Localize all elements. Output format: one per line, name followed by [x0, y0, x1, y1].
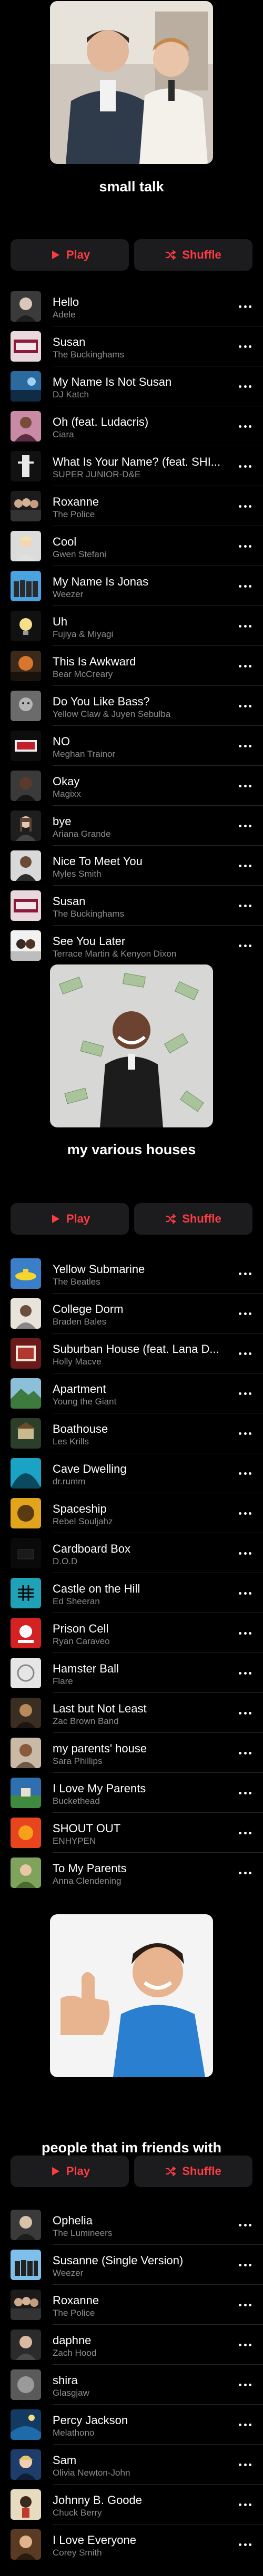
shuffle-button[interactable]: Shuffle [134, 2156, 252, 2187]
song-title: Johnny B. Goode [53, 2493, 143, 2507]
song-title: Roxanne [53, 2294, 99, 2307]
play-button[interactable]: Play [11, 2156, 129, 2187]
album-art [11, 2409, 41, 2440]
album-art [11, 2290, 41, 2320]
song-row[interactable]: daphne Zach Hood [0, 2325, 263, 2365]
more-dots-icon[interactable] [239, 2383, 251, 2387]
album-art [11, 2489, 41, 2520]
more-dots-icon[interactable] [239, 2502, 251, 2507]
song-row[interactable]: Susanne (Single Version) Weezer [0, 2245, 263, 2285]
song-row[interactable]: shira Glasgjaw [0, 2365, 263, 2405]
play-icon [49, 2166, 61, 2177]
song-row[interactable]: Roxanne The Police [0, 2285, 263, 2325]
thumbs-up-man-image [50, 1914, 213, 2077]
song-artist: The Police [53, 2308, 95, 2318]
album-art [11, 2329, 41, 2360]
song-artist: Olivia Newton-John [53, 2468, 130, 2478]
more-dots-icon[interactable] [239, 2423, 251, 2427]
song-title: daphne [53, 2334, 92, 2347]
album-art [11, 2210, 41, 2240]
album-art [11, 2250, 41, 2280]
album-art [11, 2529, 41, 2560]
song-artist: Glasgjaw [53, 2388, 89, 2398]
song-title: I Love Everyone [53, 2533, 136, 2547]
more-dots-icon[interactable] [239, 2223, 251, 2227]
playlist-title: people that im friends with [41, 2140, 222, 2156]
more-dots-icon[interactable] [239, 2343, 251, 2347]
song-row[interactable]: I Love Everyone Corey Smith [0, 2524, 263, 2564]
song-artist: Zach Hood [53, 2348, 97, 2358]
playlist-people-that-im-friends-with: people that im friends with Play Shuffle… [0, 0, 263, 2576]
shuffle-button-label: Shuffle [182, 2164, 221, 2178]
song-title: shira [53, 2374, 78, 2387]
album-art [11, 2449, 41, 2480]
play-button-label: Play [66, 2164, 90, 2178]
song-artist: Corey Smith [53, 2548, 102, 2558]
more-dots-icon[interactable] [239, 2542, 251, 2547]
album-art [11, 2369, 41, 2400]
song-row[interactable]: Percy Jackson Melathono [0, 2405, 263, 2445]
song-artist: The Lumineers [53, 2228, 113, 2238]
song-artist: Weezer [53, 2268, 84, 2278]
song-title: Ophelia [53, 2214, 93, 2227]
song-row[interactable]: Ophelia The Lumineers [0, 2205, 263, 2245]
song-title: Susanne (Single Version) [53, 2254, 184, 2267]
playlist-cover-image[interactable] [50, 1914, 213, 2077]
song-title: Sam [53, 2454, 77, 2467]
song-artist: Melathono [53, 2428, 95, 2438]
song-row[interactable]: Johnny B. Goode Chuck Berry [0, 2485, 263, 2524]
more-dots-icon[interactable] [239, 2263, 251, 2267]
more-dots-icon[interactable] [239, 2462, 251, 2467]
shuffle-icon [165, 2166, 177, 2177]
song-row[interactable]: Sam Olivia Newton-John [0, 2445, 263, 2485]
song-title: Percy Jackson [53, 2414, 128, 2427]
song-artist: Chuck Berry [53, 2508, 102, 2518]
more-dots-icon[interactable] [239, 2303, 251, 2307]
